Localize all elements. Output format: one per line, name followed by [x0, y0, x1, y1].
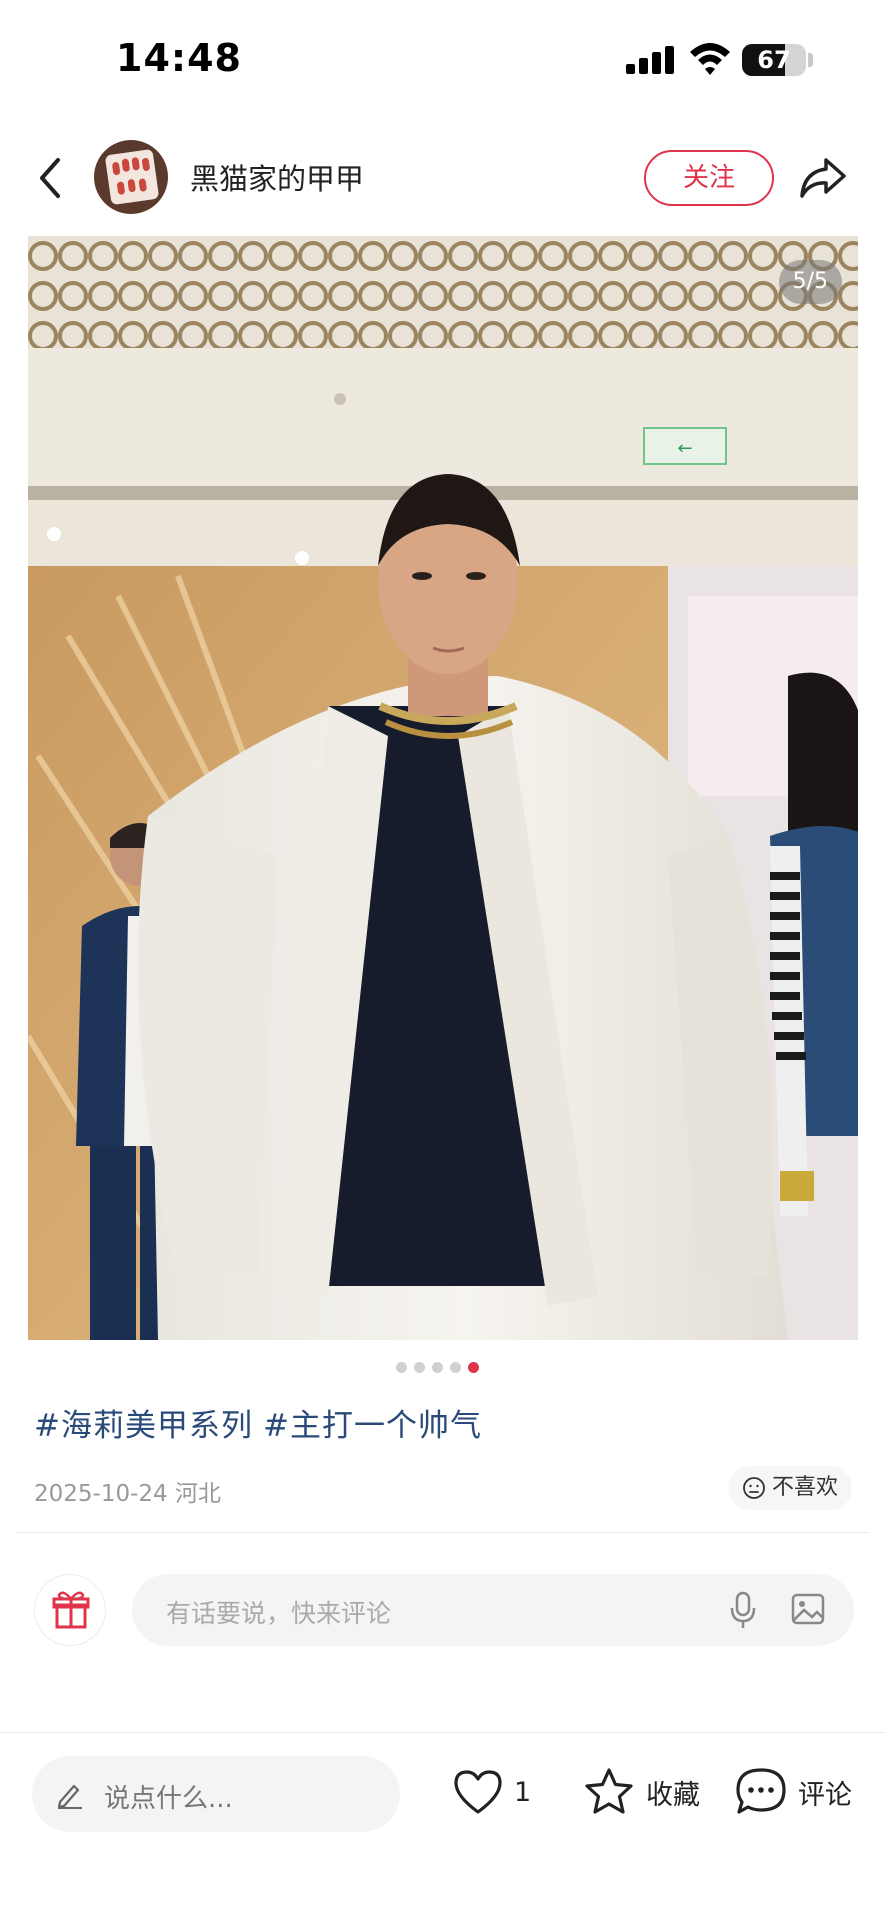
- avatar[interactable]: [94, 140, 168, 214]
- image-icon[interactable]: [790, 1592, 826, 1626]
- post-image[interactable]: ← 5/5: [28, 236, 858, 1340]
- status-bar: 14:48 67: [0, 0, 886, 118]
- gift-button[interactable]: [34, 1574, 106, 1646]
- status-time: 14:48: [116, 36, 242, 80]
- divider: [16, 1532, 870, 1533]
- comment-label: 评论: [798, 1779, 852, 1811]
- wifi-icon: [690, 43, 730, 75]
- star-icon: [585, 1768, 633, 1814]
- share-icon[interactable]: [798, 154, 848, 200]
- favorite-label: 收藏: [646, 1779, 700, 1811]
- comment-input[interactable]: 有话要说，快来评论: [132, 1574, 854, 1646]
- carousel-dots: [396, 1362, 479, 1376]
- post-header: 黑猫家的甲甲 关注: [0, 128, 886, 228]
- signal-icon: [626, 46, 674, 74]
- comment-placeholder: 有话要说，快来评论: [166, 1599, 392, 1628]
- pencil-icon: [57, 1784, 82, 1809]
- carousel-dot: [396, 1362, 407, 1373]
- post-caption: #海莉美甲系列 #主打一个帅气: [34, 1400, 492, 1445]
- gift-icon: [52, 1591, 90, 1629]
- battery-tip: [808, 53, 813, 67]
- mic-icon[interactable]: [728, 1590, 758, 1630]
- comment-button[interactable]: 评论: [734, 1762, 852, 1822]
- bottom-action-bar: 说点什么... 1 收藏 评论: [0, 1748, 886, 1848]
- favorite-button[interactable]: 收藏: [582, 1762, 700, 1822]
- author-name[interactable]: 黑猫家的甲甲: [190, 156, 364, 198]
- carousel-dot: [414, 1362, 425, 1373]
- hashtag-link[interactable]: #海莉美甲系列: [34, 1408, 253, 1444]
- battery-icon: 67: [742, 44, 806, 76]
- dislike-button[interactable]: 不喜欢: [728, 1466, 853, 1510]
- like-count: 1: [514, 1776, 532, 1808]
- comment-row: 有话要说，快来评论: [0, 1570, 886, 1650]
- bottom-divider: [0, 1732, 886, 1733]
- carousel-dot: [450, 1362, 461, 1373]
- back-arrow-icon[interactable]: [30, 150, 70, 206]
- carousel-dot: [432, 1362, 443, 1373]
- sad-face-icon: [743, 1477, 765, 1499]
- comment-bubble-icon: [736, 1768, 786, 1814]
- say-placeholder: 说点什么...: [104, 1784, 233, 1814]
- page-indicator: 5/5: [778, 260, 842, 304]
- post-photo: ←: [28, 236, 858, 1340]
- hashtag-link[interactable]: #主打一个帅气: [263, 1408, 482, 1444]
- dislike-label: 不喜欢: [772, 1475, 839, 1500]
- say-something-input[interactable]: 说点什么...: [32, 1756, 400, 1832]
- post-date-location: 2025-10-24 河北: [34, 1481, 221, 1507]
- like-button[interactable]: 1: [452, 1762, 531, 1822]
- carousel-dot: [468, 1362, 479, 1373]
- battery-level: 67: [757, 46, 791, 74]
- follow-button[interactable]: 关注: [644, 150, 774, 206]
- svg-text:←: ←: [677, 438, 692, 459]
- heart-icon: [454, 1770, 502, 1814]
